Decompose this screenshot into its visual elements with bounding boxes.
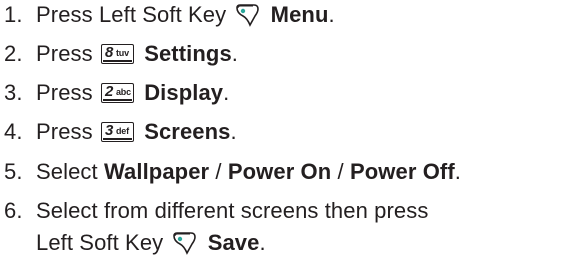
step-text: Select Wallpaper / Power On / Power Off. xyxy=(36,157,461,187)
key-letters: tuv xyxy=(115,48,129,58)
step-instruction: Press xyxy=(36,119,93,144)
key-digit: 8 xyxy=(104,44,114,61)
option-separator: / xyxy=(209,159,228,184)
key-3-icon: 3 def xyxy=(100,122,134,142)
power-off-option: Power Off xyxy=(349,159,455,184)
step-6: 6. Select from different screens then pr… xyxy=(0,196,564,262)
display-label: Display xyxy=(144,80,224,105)
step-number: 5. xyxy=(4,159,23,184)
step-text: Press Left Soft Key Menu. xyxy=(36,0,335,30)
menu-label: Menu xyxy=(270,2,329,27)
step-text: Press 2 abc Display. xyxy=(36,78,229,108)
step-instruction: Press xyxy=(36,80,93,105)
step-punctuation: . xyxy=(231,41,238,66)
key-2-icon: 2 abc xyxy=(100,83,134,103)
step-text: Press 8 tuv Settings. xyxy=(36,39,238,69)
step-number: 1. xyxy=(4,2,23,27)
wallpaper-option: Wallpaper xyxy=(103,159,210,184)
option-separator: / xyxy=(331,159,350,184)
power-on-option: Power On xyxy=(227,159,332,184)
key-letters: abc xyxy=(115,87,131,97)
key-8-icon: 8 tuv xyxy=(100,44,134,64)
screens-label: Screens xyxy=(144,119,231,144)
step-instruction: Select xyxy=(36,159,98,184)
step-punctuation: . xyxy=(230,119,237,144)
step-instruction: Press Left Soft Key xyxy=(36,2,227,27)
left-soft-key-icon xyxy=(236,4,260,27)
instruction-steps: 1. Press Left Soft Key Menu. 2. Press 8t… xyxy=(0,0,564,273)
key-letters: def xyxy=(115,126,129,136)
step-text-line-2: Left Soft Key Save. xyxy=(36,228,266,258)
step-punctuation: . xyxy=(328,2,335,27)
step-instruction: Left Soft Key xyxy=(36,230,164,255)
step-text: Press 3 def Screens. xyxy=(36,117,237,147)
step-punctuation: . xyxy=(454,159,461,184)
step-number: 6. xyxy=(4,198,23,223)
save-label: Save xyxy=(207,230,260,255)
step-number: 2. xyxy=(4,41,23,66)
step-punctuation: . xyxy=(259,230,266,255)
step-number: 3. xyxy=(4,80,23,105)
key-digit: 2 xyxy=(104,83,114,100)
step-number: 4. xyxy=(4,119,23,144)
settings-label: Settings xyxy=(144,41,232,66)
step-punctuation: . xyxy=(223,80,230,105)
step-instruction: Press xyxy=(36,41,93,66)
left-soft-key-icon xyxy=(173,232,197,255)
step-text-line-1: Select from different screens then press xyxy=(36,198,429,223)
key-digit: 3 xyxy=(104,122,114,139)
